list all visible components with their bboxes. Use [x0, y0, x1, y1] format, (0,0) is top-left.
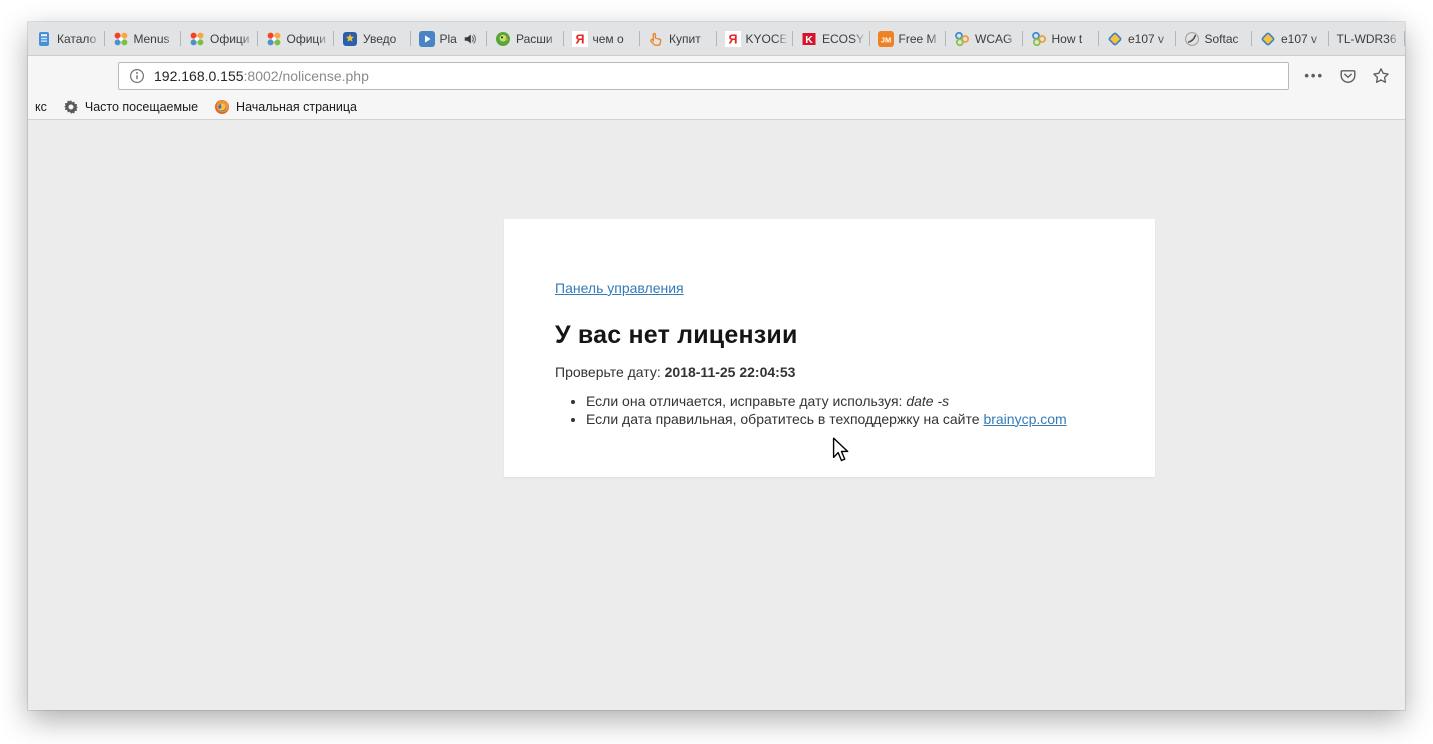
browser-tab[interactable]: JM Free M	[870, 22, 947, 55]
tab-label: KYOCE	[746, 32, 788, 46]
brainycp-link[interactable]: brainycp.com	[983, 411, 1066, 427]
tab-bar: Катало Menus Офици Офици Уведо Pla Расши Ячем о…	[28, 22, 1405, 56]
url-text: 192.168.0.155:8002/nolicense.php	[154, 68, 369, 84]
tab-label: e107 v	[1281, 32, 1317, 46]
bullet1-text: Если она отличается, исправьте дату испо…	[586, 393, 906, 409]
browser-window: Катало Menus Офици Офици Уведо Pla Расши Ячем о…	[28, 22, 1405, 710]
pocket-icon[interactable]	[1339, 67, 1357, 85]
browser-tab[interactable]: TL-WDR36	[1329, 22, 1406, 55]
play-favicon-icon	[419, 31, 435, 47]
catalog-favicon-icon	[36, 31, 52, 47]
bookmark-label: Часто посещаемые	[85, 100, 198, 114]
tab-label: TL-WDR36	[1337, 32, 1397, 46]
browser-tab[interactable]: Купит	[640, 22, 717, 55]
bookmark-label: Начальная страница	[236, 100, 357, 114]
tab-label: Softac	[1205, 32, 1239, 46]
tab-label: Офици	[210, 32, 250, 46]
firefox-icon	[214, 99, 230, 115]
bookmark-label: кс	[35, 100, 47, 114]
browser-tab[interactable]: Ячем о	[564, 22, 641, 55]
browser-tab[interactable]: Pla	[411, 22, 488, 55]
url-bar[interactable]: 192.168.0.155:8002/nolicense.php	[118, 62, 1289, 90]
tab-label: Офици	[287, 32, 327, 46]
badge-favicon-icon	[342, 31, 358, 47]
browser-tab[interactable]: Softac	[1176, 22, 1253, 55]
tab-label: чем о	[593, 32, 624, 46]
list-item: Если она отличается, исправьте дату испо…	[586, 393, 1115, 411]
w3c-favicon-icon	[954, 31, 970, 47]
tab-label: e107 v	[1128, 32, 1164, 46]
bullet2-text: Если дата правильная, обратитесь в техпо…	[586, 411, 983, 427]
browser-tab[interactable]: How t	[1023, 22, 1100, 55]
tab-label: How t	[1052, 32, 1083, 46]
site-info-icon[interactable]	[129, 68, 145, 84]
gear-icon	[63, 99, 79, 115]
browser-tab[interactable]: Расши	[487, 22, 564, 55]
list-item: Если дата правильная, обратитесь в техпо…	[586, 411, 1115, 429]
svg-text:K: K	[805, 34, 813, 46]
joomla-favicon-icon	[113, 31, 129, 47]
yandex-favicon-icon: Я	[572, 31, 588, 47]
svg-text:Я: Я	[728, 32, 737, 46]
tab-label: Уведо	[363, 32, 396, 46]
w3c-favicon-icon	[1031, 31, 1047, 47]
browser-tab[interactable]: Катало	[28, 22, 105, 55]
license-message-card: Панель управления У вас нет лицензии Про…	[504, 219, 1155, 477]
browser-tab[interactable]: Я KYOCE	[717, 22, 794, 55]
tab-label: ECOSY	[822, 32, 864, 46]
tab-label: Расши	[516, 32, 553, 46]
browser-tab[interactable]: Офици	[181, 22, 258, 55]
parrot-favicon-icon	[495, 31, 511, 47]
tab-label: Free M	[899, 32, 937, 46]
page-title: У вас нет лицензии	[555, 321, 1115, 350]
bookmarks-bar: кс Часто посещаемые Начальная страница	[28, 95, 1405, 120]
svg-text:JM: JM	[880, 35, 890, 44]
tab-audio-speaker-icon[interactable]	[463, 32, 477, 46]
page-actions-icon[interactable]: •••	[1304, 68, 1324, 83]
browser-tab[interactable]: e107 v	[1099, 22, 1176, 55]
browser-tab[interactable]: e107 v	[1252, 22, 1329, 55]
tab-label: WCAG	[975, 32, 1012, 46]
browser-tab[interactable]: Уведо	[334, 22, 411, 55]
tab-label: Купит	[669, 32, 701, 46]
url-path: :8002/nolicense.php	[244, 68, 369, 84]
navigation-toolbar: 192.168.0.155:8002/nolicense.php •••	[28, 56, 1405, 95]
bookmark-star-icon[interactable]	[1372, 67, 1390, 85]
bookmark-item[interactable]: кс	[30, 100, 52, 114]
check-date-value: 2018-11-25 22:04:53	[665, 364, 796, 380]
e107-favicon-icon	[1260, 31, 1276, 47]
hand-favicon-icon	[648, 31, 664, 47]
browser-tab[interactable]: Офици	[258, 22, 335, 55]
check-date-line: Проверьте дату: 2018-11-25 22:04:53	[555, 364, 1115, 380]
browser-tab[interactable]: WCAG	[946, 22, 1023, 55]
tab-label: Катало	[57, 32, 96, 46]
bookmark-item[interactable]: Часто посещаемые	[58, 99, 203, 115]
joomla-favicon-icon	[189, 31, 205, 47]
instruction-list: Если она отличается, исправьте дату испо…	[555, 393, 1115, 428]
e107-favicon-icon	[1107, 31, 1123, 47]
control-panel-link[interactable]: Панель управления	[555, 280, 684, 296]
kyocera-favicon-icon: K	[801, 31, 817, 47]
tab-label: Menus	[134, 32, 170, 46]
jm-favicon-icon: JM	[878, 31, 894, 47]
svg-text:Я: Я	[575, 32, 584, 46]
joomla-favicon-icon	[266, 31, 282, 47]
check-date-label: Проверьте дату:	[555, 364, 665, 380]
bullet1-command: date -s	[906, 393, 949, 409]
browser-tab[interactable]: Menus	[105, 22, 182, 55]
tab-label: Pla	[440, 32, 457, 46]
softaculous-favicon-icon	[1184, 31, 1200, 47]
yandex-favicon-icon: Я	[725, 31, 741, 47]
browser-tab[interactable]: K ECOSY	[793, 22, 870, 55]
page-content: Панель управления У вас нет лицензии Про…	[28, 120, 1405, 710]
urlbar-action-icons: •••	[1289, 67, 1405, 85]
url-host: 192.168.0.155	[154, 68, 244, 84]
bookmark-item[interactable]: Начальная страница	[209, 99, 362, 115]
